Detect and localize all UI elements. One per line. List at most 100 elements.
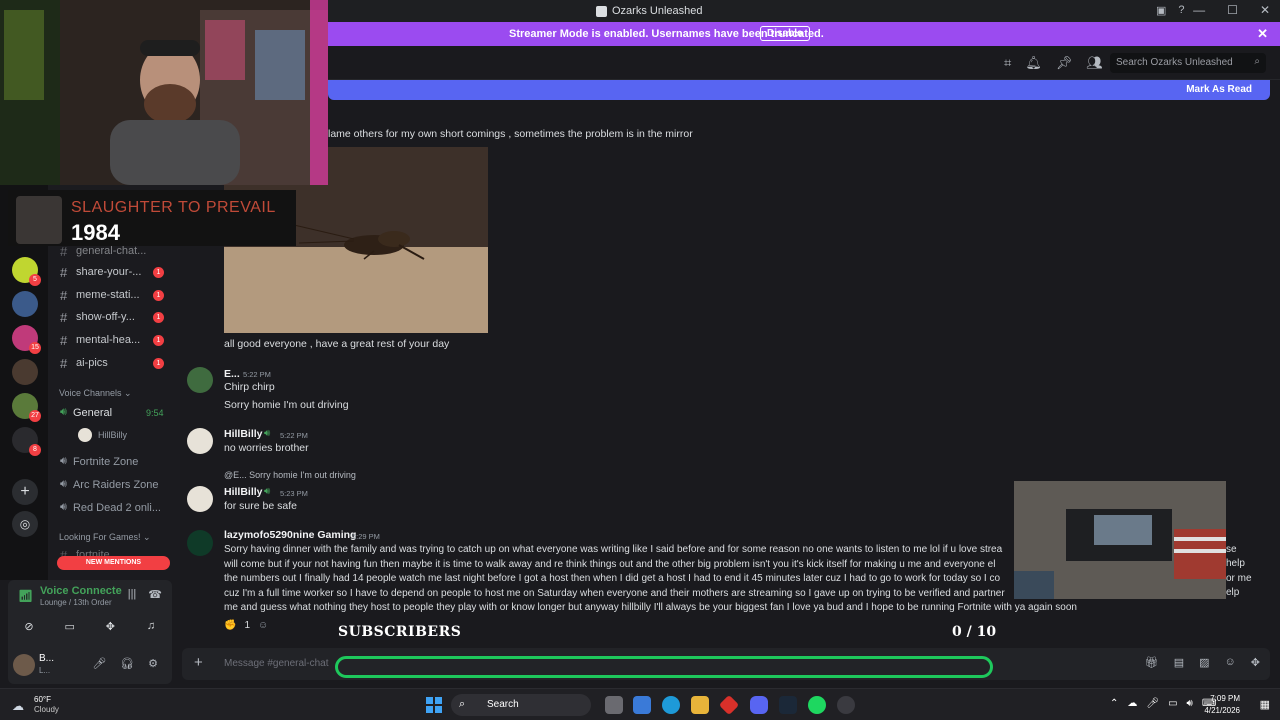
message-author[interactable]: lazymofo5290nine Gaming	[224, 529, 356, 541]
reply-reference[interactable]: @E... Sorry homie I'm out driving	[224, 470, 356, 480]
server-icon[interactable]: 27	[12, 393, 41, 422]
new-messages-bar[interactable]: Mark As Read	[328, 80, 1270, 100]
settings-gear-icon[interactable]: ⚙	[148, 657, 158, 670]
close-window-button[interactable]: ✕	[1260, 3, 1270, 17]
close-banner-icon[interactable]: ✕	[1257, 26, 1268, 42]
message-author[interactable]: HillBilly	[224, 428, 263, 440]
headphones-icon[interactable]: 🎧︎	[120, 657, 134, 670]
discord-taskbar-icon[interactable]	[750, 696, 768, 714]
game-capture-overlay	[1014, 481, 1226, 599]
hash-icon: #	[60, 287, 68, 303]
hash-icon: #	[60, 332, 68, 348]
voice-channel-general[interactable]: 🔊︎ General 9:54	[60, 406, 164, 419]
attach-plus-icon[interactable]: +	[194, 654, 203, 671]
threads-icon[interactable]: ⌗	[1004, 55, 1011, 71]
message-text-tail: help	[1226, 558, 1245, 569]
search-icon: ⌕	[1254, 56, 1260, 67]
voice-channel-item[interactable]: 🔊︎ Arc Raiders Zone	[60, 478, 159, 491]
avatar[interactable]	[187, 530, 213, 556]
server-icon[interactable]	[12, 291, 38, 317]
new-mentions-pill[interactable]: NEW MENTIONS	[57, 556, 170, 570]
webcam-feed-image	[0, 0, 328, 185]
now-playing-artist: SLAUGHTER TO PREVAIL	[71, 199, 276, 216]
sticker-icon[interactable]: ▨	[1199, 656, 1209, 669]
category-voice-channels[interactable]: Voice Channels ⌄	[59, 388, 132, 399]
voice-channel-item[interactable]: 🔊︎ Fortnite Zone	[60, 455, 138, 468]
task-view-icon[interactable]	[605, 696, 623, 714]
system-tray: ⌃ ☁ 🎤︎ ▭ 🔊︎ ⌨	[1110, 698, 1216, 709]
steam-icon[interactable]	[779, 696, 797, 714]
channel-item[interactable]: # meme-stati... 1	[48, 285, 180, 305]
add-reaction-icon[interactable]: ☺	[258, 620, 268, 631]
file-explorer-icon[interactable]	[691, 696, 709, 714]
microphone-icon[interactable]: 🎤︎	[92, 657, 106, 670]
edge-icon[interactable]	[662, 696, 680, 714]
copilot-icon[interactable]	[633, 696, 651, 714]
add-server-icon[interactable]: +	[12, 479, 38, 505]
message-text-tail: elp	[1226, 587, 1240, 598]
message-timestamp: 5:29 PM	[352, 532, 380, 541]
server-icon[interactable]: 8	[12, 427, 41, 456]
message-text: lame others for my own short comings , s…	[328, 128, 693, 140]
minimize-button[interactable]: —	[1193, 3, 1205, 17]
server-icon[interactable]	[12, 359, 38, 385]
reaction[interactable]: ✊ 1 ☺	[224, 620, 268, 631]
message-timestamp: 5:22 PM	[280, 431, 308, 440]
onedrive-icon[interactable]: ☁	[1127, 698, 1137, 709]
taskbar-search[interactable]: ⌕ Search	[451, 694, 591, 716]
emoji-icon[interactable]: ☺	[1225, 656, 1236, 669]
gif-icon[interactable]: ▤	[1174, 656, 1184, 669]
channel-item[interactable]: # ai-pics 1	[48, 353, 180, 373]
app-icon[interactable]	[718, 694, 740, 716]
channel-item[interactable]: # show-off-y... 1	[48, 307, 180, 327]
channel-item[interactable]: # mental-hea... 1	[48, 330, 180, 350]
activities-icon[interactable]: ✥	[97, 616, 123, 636]
microphone-icon[interactable]: 🎤︎	[1146, 698, 1159, 709]
chevron-up-icon[interactable]: ⌃	[1110, 698, 1118, 709]
avatar[interactable]	[187, 367, 213, 393]
cloud-icon: ☁	[12, 699, 24, 713]
server-icon[interactable]: 15	[12, 325, 41, 354]
maximize-button[interactable]: ☐	[1227, 3, 1238, 17]
channel-item[interactable]: # share-your-... 1	[48, 262, 180, 282]
soundboard-icon[interactable]: ♫	[138, 616, 164, 636]
avatar[interactable]	[187, 486, 213, 512]
voice-channel-item[interactable]: 🔊︎ Red Dead 2 onli...	[60, 501, 161, 514]
message-text-tail: se	[1226, 544, 1237, 555]
apps-icon[interactable]: ✥	[1251, 656, 1260, 669]
windows-start-icon[interactable]	[426, 697, 442, 713]
system-clock[interactable]: 7:09 PM 4/21/2026	[1204, 693, 1240, 717]
spotify-icon[interactable]	[808, 696, 826, 714]
mark-as-read-button[interactable]: Mark As Read	[1186, 84, 1252, 95]
avatar[interactable]	[187, 428, 213, 454]
speaker-icon: 🔊︎	[264, 486, 271, 497]
pin-icon[interactable]: 📌︎	[1056, 55, 1073, 71]
discover-icon[interactable]: ◎	[12, 511, 38, 537]
screen-share-icon[interactable]: ▭	[57, 616, 83, 636]
gift-icon[interactable]: 🎁︎	[1145, 656, 1159, 669]
volume-icon[interactable]: 🔊︎	[1187, 698, 1193, 709]
disable-streamer-mode-button[interactable]: Disable	[760, 26, 810, 41]
category-looking-for-games[interactable]: Looking For Games! ⌄	[59, 532, 151, 543]
avatar[interactable]	[13, 654, 35, 676]
message-author[interactable]: E...	[224, 368, 240, 380]
voice-connection-panel: 📶︎ Voice Connecte Lounge / 13th Order ||…	[8, 580, 172, 644]
camera-off-icon[interactable]: ⊘	[16, 616, 42, 636]
message-text: for sure be safe	[224, 500, 297, 512]
discord-app-icon	[596, 5, 607, 17]
inbox-icon[interactable]: ▣	[1156, 4, 1166, 17]
notifications-icon[interactable]: ▦	[1260, 698, 1270, 711]
search-input[interactable]: Search Ozarks Unleashed ⌕	[1110, 53, 1266, 73]
member-list-icon[interactable]: 👥︎	[1086, 55, 1103, 71]
disconnect-icon[interactable]: ☎	[148, 588, 162, 601]
server-icon[interactable]: 5	[12, 257, 41, 286]
display-icon[interactable]: ▭	[1168, 698, 1177, 709]
now-playing-title: 1984	[71, 220, 120, 245]
obs-icon[interactable]	[837, 696, 855, 714]
message-author[interactable]: HillBilly	[224, 486, 263, 498]
voice-participant[interactable]: HillBilly	[78, 428, 127, 442]
message-input[interactable]: Message #general-chat	[224, 658, 329, 669]
noise-suppression-icon[interactable]: |||	[128, 588, 137, 601]
help-icon[interactable]: ?	[1178, 4, 1184, 17]
notification-bell-icon[interactable]: 🔔︎	[1025, 55, 1042, 71]
